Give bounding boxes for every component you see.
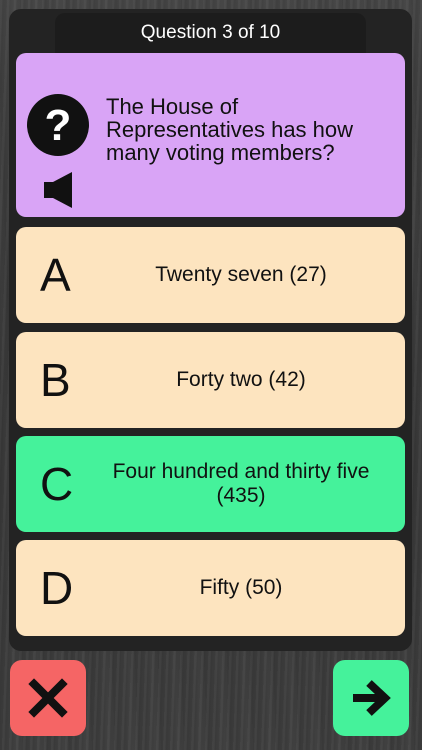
question-text: The House of Representatives has how man… [106, 94, 354, 165]
question-card: ? The House of Representatives has how m… [16, 53, 405, 217]
answer-option-b[interactable]: B Forty two (42) [16, 332, 405, 428]
speaker-icon[interactable] [42, 171, 78, 209]
arrow-right-icon [353, 680, 391, 716]
answer-text: Twenty seven (27) [155, 263, 327, 286]
close-x-icon [28, 678, 68, 718]
answer-option-d[interactable]: D Fifty (50) [16, 540, 405, 636]
answer-letter: A [40, 249, 71, 301]
answer-text: Four hundred and thirty five (435) [112, 460, 370, 507]
next-question-button[interactable] [333, 660, 409, 736]
answer-letter: B [40, 354, 71, 406]
answer-text: Fifty (50) [199, 576, 283, 599]
answer-option-a[interactable]: A Twenty seven (27) [16, 227, 405, 323]
answer-letter: D [40, 562, 74, 614]
answer-text: Forty two (42) [176, 368, 306, 391]
question-progress-label: Question 3 of 10 [140, 22, 281, 43]
svg-text:?: ? [45, 101, 72, 150]
close-button[interactable] [10, 660, 86, 736]
question-progress-header: Question 3 of 10 [55, 13, 366, 57]
question-mark-circle-icon[interactable]: ? [26, 93, 90, 157]
answer-letter: C [40, 458, 74, 510]
answer-option-c[interactable]: C Four hundred and thirty five (435) [16, 436, 405, 532]
